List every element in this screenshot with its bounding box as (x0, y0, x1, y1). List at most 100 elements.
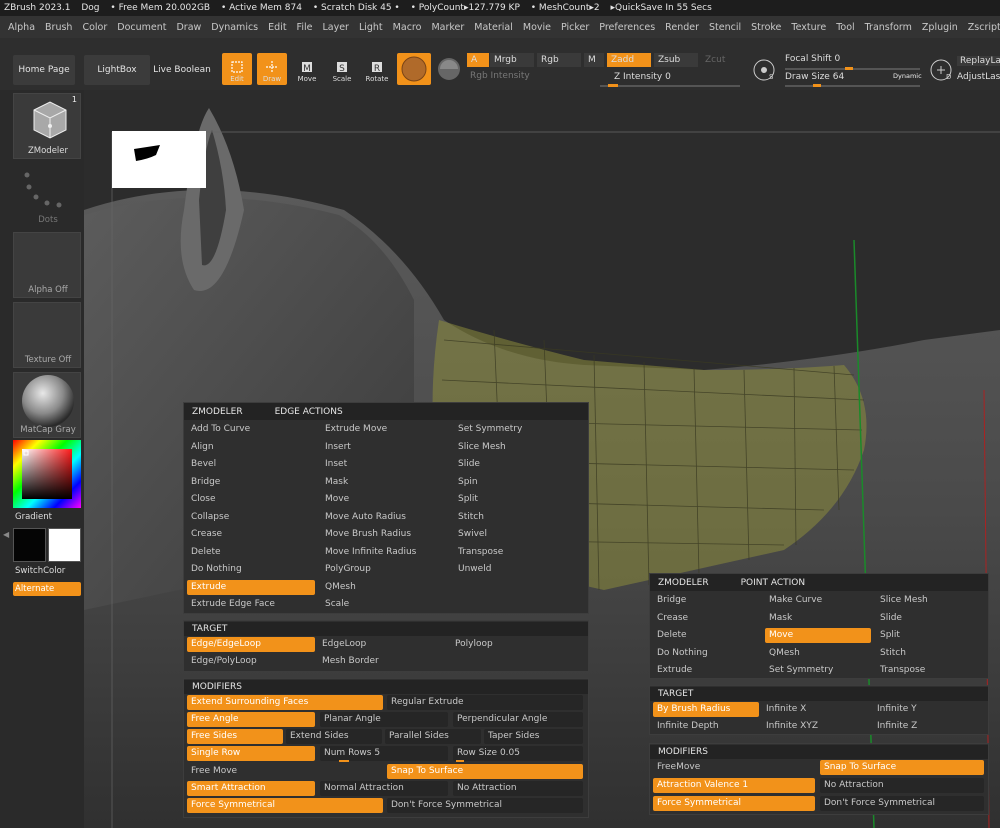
point-dont-force-symmetrical[interactable]: Don't Force Symmetrical (820, 796, 984, 811)
menu-transform[interactable]: Transform (865, 22, 912, 33)
edit-button[interactable]: Edit (222, 53, 252, 85)
menu-stroke[interactable]: Stroke (751, 22, 781, 33)
point-force-symmetrical[interactable]: Force Symmetrical (653, 796, 815, 811)
edge-action-delete[interactable]: Delete (187, 545, 315, 560)
zmodeler-brush-thumb[interactable]: 1 ZModeler (13, 93, 81, 159)
draw-size-track[interactable] (785, 85, 920, 87)
edge-action-split[interactable]: Split (454, 492, 582, 507)
edge-action-mask[interactable]: Mask (321, 475, 449, 490)
target-by-brush-radius[interactable]: By Brush Radius (653, 702, 759, 717)
point-action-move[interactable]: Move (765, 628, 871, 643)
scale-button[interactable]: S Scale (327, 53, 357, 85)
attraction-valence-slider[interactable]: Attraction Valence 1 (653, 778, 815, 793)
menu-movie[interactable]: Movie (523, 22, 551, 33)
point-action-slice-mesh[interactable]: Slice Mesh (876, 593, 982, 608)
edge-action-bridge[interactable]: Bridge (187, 475, 315, 490)
dynamic-toggle[interactable]: Dynamic (893, 72, 922, 80)
edge-action-close[interactable]: Close (187, 492, 315, 507)
target-infinite-z[interactable]: Infinite Z (873, 719, 979, 734)
menu-render[interactable]: Render (665, 22, 699, 33)
menu-layer[interactable]: Layer (322, 22, 349, 33)
regular-extrude[interactable]: Regular Extrude (387, 695, 583, 710)
edge-action-bevel[interactable]: Bevel (187, 457, 315, 472)
target-edge-edgeloop[interactable]: Edge/EdgeLoop (187, 637, 315, 652)
edge-action-inset[interactable]: Inset (321, 457, 449, 472)
navigator-thumbnail[interactable] (112, 131, 206, 188)
point-action-split[interactable]: Split (876, 628, 982, 643)
main-color-swatch[interactable] (13, 528, 46, 562)
edge-action-scale[interactable]: Scale (321, 597, 449, 612)
force-symmetrical[interactable]: Force Symmetrical (187, 798, 383, 813)
point-freemove[interactable]: FreeMove (653, 760, 815, 775)
point-action-transpose[interactable]: Transpose (876, 663, 982, 678)
edge-action-do-nothing[interactable]: Do Nothing (187, 562, 315, 577)
no-attraction[interactable]: No Attraction (453, 781, 583, 796)
free-angle[interactable]: Free Angle (187, 712, 315, 727)
menu-marker[interactable]: Marker (431, 22, 464, 33)
color-sphere-button[interactable] (434, 53, 464, 85)
planar-angle[interactable]: Planar Angle (320, 712, 448, 727)
point-action-mask[interactable]: Mask (765, 611, 871, 626)
menu-tool[interactable]: Tool (836, 22, 854, 33)
menu-edit[interactable]: Edit (268, 22, 286, 33)
z-intensity-label[interactable]: Z Intensity 0 (614, 72, 671, 82)
alpha-a-toggle[interactable]: A (467, 53, 489, 67)
normal-attraction[interactable]: Normal Attraction (320, 781, 448, 796)
point-no-attraction[interactable]: No Attraction (820, 778, 984, 793)
edge-action-qmesh[interactable]: QMesh (321, 580, 449, 595)
edge-action-slice-mesh[interactable]: Slice Mesh (454, 440, 582, 455)
menu-zscript[interactable]: Zscript (968, 22, 1000, 33)
lightbox-button[interactable]: LightBox (84, 55, 150, 85)
tray-collapse-icon[interactable]: ◀ (3, 530, 9, 542)
edge-action-unweld[interactable]: Unweld (454, 562, 582, 577)
row-size-slider[interactable]: Row Size 0.05 (453, 746, 583, 761)
edge-action-extrude-move[interactable]: Extrude Move (321, 422, 449, 437)
mrgb-toggle[interactable]: Mrgb (490, 53, 534, 67)
focal-shift-label[interactable]: Focal Shift 0 (785, 54, 840, 64)
target-infinite-y[interactable]: Infinite Y (873, 702, 979, 717)
point-action-crease[interactable]: Crease (653, 611, 759, 626)
stroke-dots-thumb[interactable]: Dots (13, 162, 81, 228)
menu-zplugin[interactable]: Zplugin (922, 22, 958, 33)
rotate-button[interactable]: R Rotate (362, 53, 392, 85)
snap-to-surface[interactable]: Snap To Surface (387, 764, 583, 779)
edge-action-add-to-curve[interactable]: Add To Curve (187, 422, 315, 437)
dont-force-symmetrical[interactable]: Don't Force Symmetrical (387, 798, 583, 813)
single-row[interactable]: Single Row (187, 746, 315, 761)
num-rows-slider[interactable]: Num Rows 5 (320, 746, 448, 761)
extend-sides[interactable]: Extend Sides (286, 729, 382, 744)
menu-brush[interactable]: Brush (45, 22, 72, 33)
perpendicular-angle[interactable]: Perpendicular Angle (453, 712, 583, 727)
menu-light[interactable]: Light (359, 22, 383, 33)
edge-action-move-infinite-radius[interactable]: Move Infinite Radius (321, 545, 449, 560)
point-action-qmesh[interactable]: QMesh (765, 646, 871, 661)
home-page-button[interactable]: Home Page (13, 55, 75, 85)
edge-action-align[interactable]: Align (187, 440, 315, 455)
target-infinite-x[interactable]: Infinite X (762, 702, 868, 717)
point-action-slide[interactable]: Slide (876, 611, 982, 626)
edge-action-crease[interactable]: Crease (187, 527, 315, 542)
alternate-button[interactable]: Alternate (13, 582, 81, 596)
edge-action-set-symmetry[interactable]: Set Symmetry (454, 422, 582, 437)
z-intensity-track[interactable] (600, 85, 740, 87)
taper-sides[interactable]: Taper Sides (484, 729, 583, 744)
point-action-do-nothing[interactable]: Do Nothing (653, 646, 759, 661)
rgb-toggle[interactable]: Rgb (537, 53, 581, 67)
target-edge-polyloop[interactable]: Edge/PolyLoop (187, 654, 315, 669)
zadd-toggle[interactable]: Zadd (607, 53, 651, 67)
target-infinite-xyz[interactable]: Infinite XYZ (762, 719, 868, 734)
menu-preferences[interactable]: Preferences (599, 22, 655, 33)
free-move[interactable]: Free Move (187, 764, 383, 779)
point-action-set-symmetry[interactable]: Set Symmetry (765, 663, 871, 678)
point-snap-to-surface[interactable]: Snap To Surface (820, 760, 984, 775)
extend-surrounding-faces[interactable]: Extend Surrounding Faces (187, 695, 383, 710)
rgb-intensity-label[interactable]: Rgb Intensity (470, 71, 530, 81)
move-button[interactable]: M Move (292, 53, 322, 85)
point-action-delete[interactable]: Delete (653, 628, 759, 643)
edge-action-swivel[interactable]: Swivel (454, 527, 582, 542)
menu-picker[interactable]: Picker (561, 22, 589, 33)
menu-texture[interactable]: Texture (791, 22, 826, 33)
edge-action-extrude-edge-face[interactable]: Extrude Edge Face (187, 597, 315, 612)
menu-stencil[interactable]: Stencil (709, 22, 741, 33)
edge-action-move-brush-radius[interactable]: Move Brush Radius (321, 527, 449, 542)
